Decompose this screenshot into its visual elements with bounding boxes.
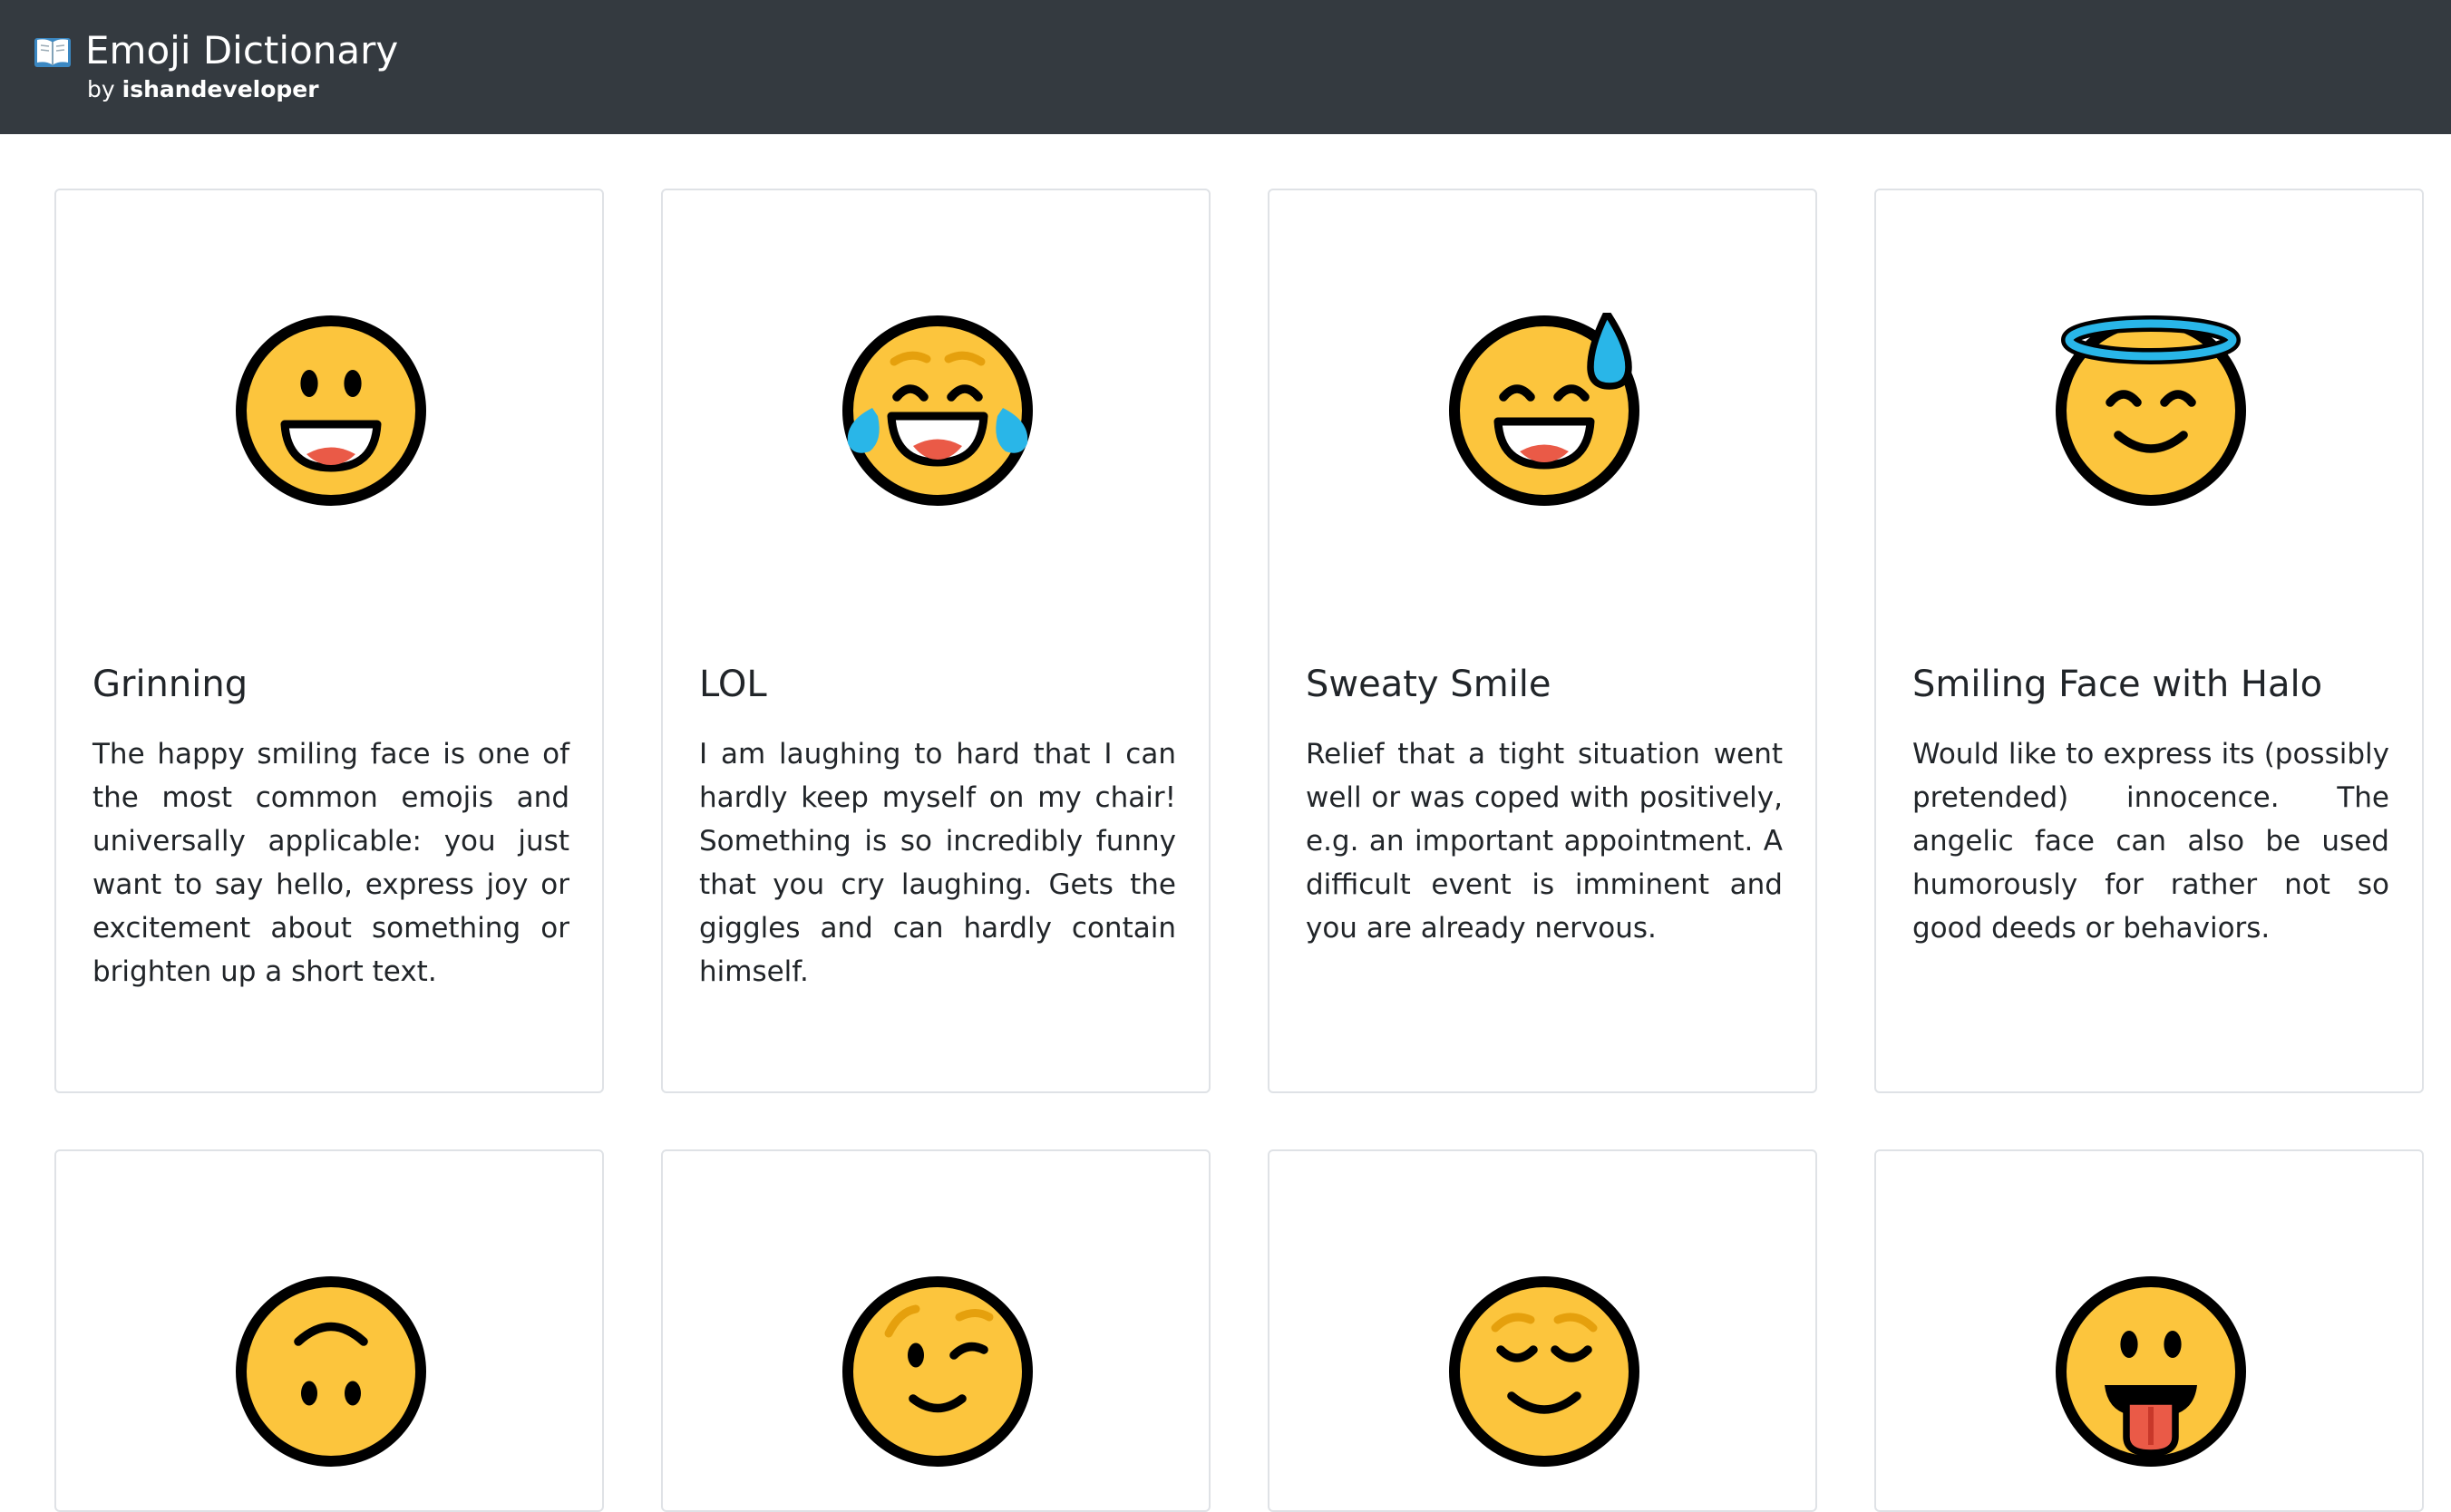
smiling-face-with-halo-icon <box>2056 315 2246 506</box>
emoji-card-tongue <box>1874 1149 2424 1512</box>
brand[interactable]: Emoji Dictionary by ishandeveloper <box>33 25 398 103</box>
open-book-icon <box>34 38 71 67</box>
emoji-card-sweaty-smile: Sweaty Smile Relief that a tight situati… <box>1268 189 1817 1093</box>
winking-face-icon <box>842 1276 1033 1467</box>
emoji-card-grinning: Grinning The happy smiling face is one o… <box>54 189 604 1093</box>
byline-author: ishandeveloper <box>122 76 319 102</box>
card-title: Smiling Face with Halo <box>1912 664 2323 705</box>
card-title: Grinning <box>92 664 248 705</box>
card-description: I am laughing to hard that I can hardly … <box>699 738 1176 988</box>
grinning-face-with-sweat-icon <box>1449 313 1639 506</box>
grinning-face-icon <box>236 315 426 506</box>
emoji-card-lol: LOL I am laughing to hard that I can har… <box>661 189 1211 1093</box>
brand-text: Emoji Dictionary by ishandeveloper <box>85 25 398 103</box>
emoji-card-smiling-face-with-halo: Smiling Face with Halo Would like to exp… <box>1874 189 2424 1093</box>
card-title: Sweaty Smile <box>1306 664 1551 705</box>
navbar: Emoji Dictionary by ishandeveloper <box>0 0 2451 134</box>
brand-title: Emoji Dictionary <box>85 28 399 73</box>
card-title: LOL <box>699 664 767 705</box>
emoji-card-winking <box>661 1149 1211 1512</box>
card-description: The happy smiling face is one of the mos… <box>92 738 569 988</box>
upside-down-face-icon <box>236 1276 426 1467</box>
card-description: Would like to express its (possibly pret… <box>1912 738 2389 945</box>
emoji-card-relieved <box>1268 1149 1817 1512</box>
relieved-face-icon <box>1449 1276 1639 1467</box>
face-with-tears-of-joy-icon <box>842 315 1033 506</box>
face-with-tongue-icon <box>2056 1276 2246 1467</box>
brand-byline: by ishandeveloper <box>85 76 398 103</box>
card-description: Relief that a tight situation went well … <box>1306 738 1783 945</box>
byline-prefix: by <box>87 76 115 102</box>
emoji-card-upside-down <box>54 1149 604 1512</box>
